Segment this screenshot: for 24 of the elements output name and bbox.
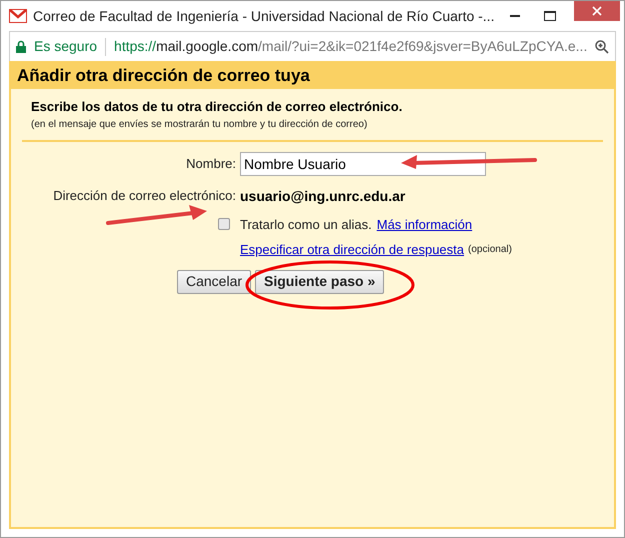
mail-logo-icon [9,9,27,23]
alias-label: Tratarlo como un alias. [240,216,372,234]
name-label: Nombre: [185,154,236,173]
alias-checkbox[interactable] [218,218,230,230]
lock-icon [16,40,26,53]
reply-address-link[interactable]: Especificar otra dirección de respuesta [240,240,464,260]
window-title: Correo de Facultad de Ingeniería - Universidad Nacional de Río Cuarto -... [33,6,494,26]
email-label: Dirección de correo electrónico: [52,187,236,206]
url-field[interactable]: https://mail.google.com/mail/?ui=2&ik=021f4e2f69&jsver=ByA6uLZpCYA.e... [114,36,588,57]
maximize-icon[interactable] [544,11,556,21]
form-heading: Escribe los datos de tu otra dirección de correo electrónico. [31,98,404,116]
form-note: (en el mensaje que envíes se mostrarán tu nombre y tu dirección de correo) [31,118,368,132]
close-icon [592,6,602,16]
zoom-icon[interactable] [595,40,609,54]
dialog-title: Añadir otra dirección de correo tuya [11,63,614,89]
close-button[interactable] [574,1,620,21]
cancel-button[interactable]: Cancelar [177,270,252,294]
name-field[interactable]: Nombre Usuario [240,152,486,176]
minimize-icon[interactable] [510,14,520,18]
optional-note: (opcional) [468,243,512,258]
next-step-button[interactable]: Siguiente paso » [255,270,384,294]
more-info-link[interactable]: Más información [376,214,472,234]
security-label: Es seguro [34,37,98,56]
email-address: usuario@ing.unrc.edu.ar [240,186,406,206]
